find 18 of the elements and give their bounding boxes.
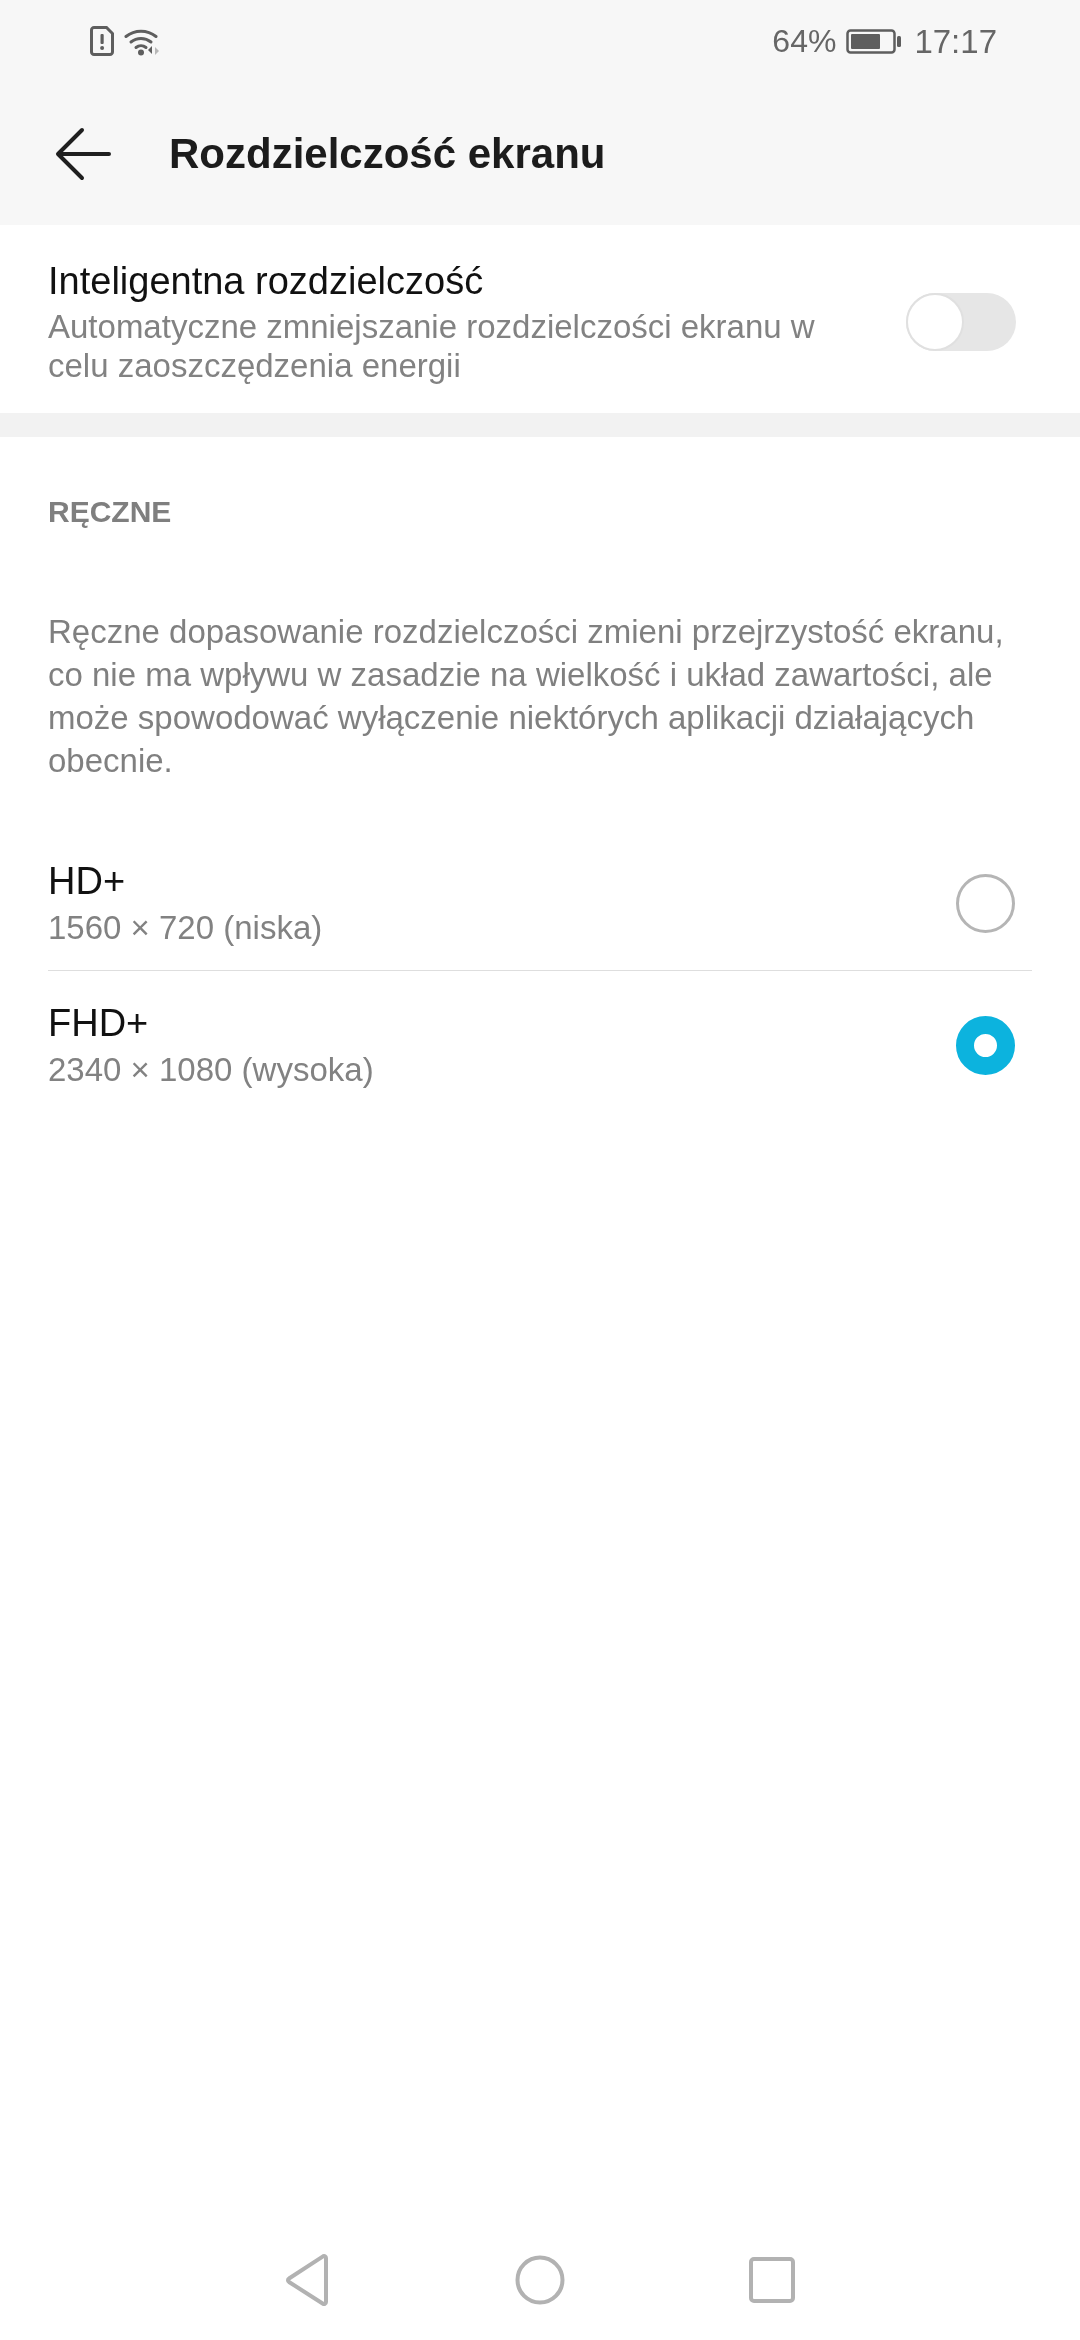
toggle-switch[interactable] [906,293,1016,351]
option-title: FHD+ [48,1001,150,1045]
home-nav-icon[interactable] [515,2255,565,2305]
clock-time: 17:17 [914,24,997,58]
option-subtitle: 1560 × 720 (niska) [48,908,324,948]
battery-icon [846,28,903,54]
section-header: RĘCZNE [48,494,173,530]
setting-title: Inteligentna rozdzielczość [48,259,485,303]
battery-percent: 64% [772,25,837,57]
setting-description: Automatyczne zmniejszanie rozdzielczości ekranu w celu zaoszczędzenia energii [48,307,816,385]
back-nav-icon[interactable] [285,2254,331,2306]
section-description: Ręczne dopasowanie rozdzielczości zmieni przejrzystość ekranu, co nie ma wpływu w zasadzie na wielkość i układ zawartości, ale może spowodować wyłączenie niektórych aplikacji działających obecnie. [48,612,1005,781]
option-subtitle: 2340 × 1080 (wysoka) [48,1050,375,1090]
back-button[interactable] [55,126,111,181]
screen-title: Rozdzielczość ekranu [169,128,606,179]
option-title: HD+ [48,859,127,903]
recents-nav-icon[interactable] [749,2257,795,2303]
sim-alert-icon [90,26,114,56]
